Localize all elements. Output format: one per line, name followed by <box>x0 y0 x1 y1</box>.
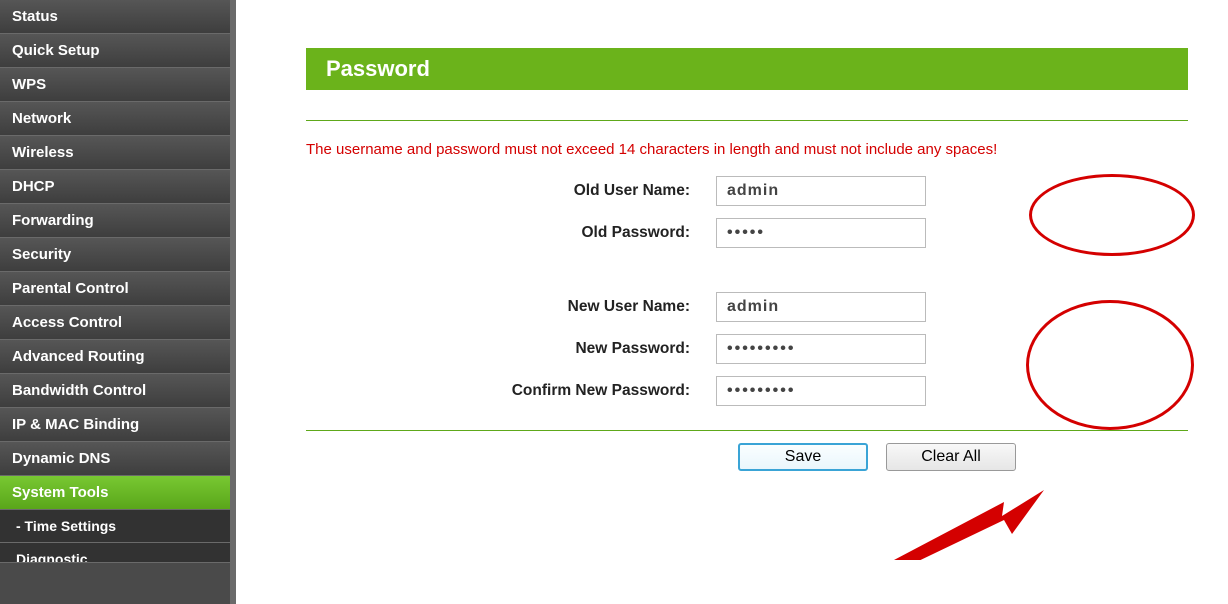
divider-bottom <box>306 430 1188 431</box>
sidebar-item-quick-setup[interactable]: Quick Setup <box>0 34 230 68</box>
sidebar-item-ip-mac-binding[interactable]: IP & MAC Binding <box>0 408 230 442</box>
row-old-pass: Old Password: <box>306 218 1188 248</box>
annotation-arrow-icon <box>894 490 1044 560</box>
old-password-input[interactable] <box>716 218 926 248</box>
sidebar-item-system-tools[interactable]: System Tools <box>0 476 230 510</box>
sidebar-item-label: Security <box>12 246 71 263</box>
sidebar-sub-label: - Time Settings <box>16 518 116 534</box>
sidebar-item-advanced-routing[interactable]: Advanced Routing <box>0 340 230 374</box>
divider-top <box>306 120 1188 121</box>
new-username-input[interactable] <box>716 292 926 322</box>
sidebar-item-wps[interactable]: WPS <box>0 68 230 102</box>
row-new-user: New User Name: <box>306 292 1188 322</box>
row-old-user: Old User Name: <box>306 176 1188 206</box>
sidebar-item-label: WPS <box>12 76 46 93</box>
sidebar: Status Quick Setup WPS Network Wireless … <box>0 0 236 604</box>
app-container: Status Quick Setup WPS Network Wireless … <box>0 0 1228 604</box>
confirm-password-input[interactable] <box>716 376 926 406</box>
sidebar-item-status[interactable]: Status <box>0 0 230 34</box>
warning-text: The username and password must not excee… <box>306 141 1188 158</box>
sidebar-item-dynamic-dns[interactable]: Dynamic DNS <box>0 442 230 476</box>
button-row: Save Clear All <box>738 443 1188 471</box>
label-new-pass: New Password: <box>306 340 716 358</box>
old-username-input[interactable] <box>716 176 926 206</box>
sidebar-item-wireless[interactable]: Wireless <box>0 136 230 170</box>
save-button[interactable]: Save <box>738 443 868 471</box>
sidebar-item-label: Quick Setup <box>12 42 100 59</box>
new-password-input[interactable] <box>716 334 926 364</box>
sidebar-item-network[interactable]: Network <box>0 102 230 136</box>
sidebar-item-forwarding[interactable]: Forwarding <box>0 204 230 238</box>
sidebar-item-label: Wireless <box>12 144 74 161</box>
sidebar-item-label: Forwarding <box>12 212 94 229</box>
sidebar-sub-label: Diagnostic <box>16 551 88 563</box>
label-new-user: New User Name: <box>306 298 716 316</box>
sidebar-item-label: Network <box>12 110 71 127</box>
sidebar-item-label: Bandwidth Control <box>12 382 146 399</box>
sidebar-item-label: DHCP <box>12 178 55 195</box>
sidebar-item-label: Parental Control <box>12 280 129 297</box>
sidebar-item-parental-control[interactable]: Parental Control <box>0 272 230 306</box>
main-content: Password The username and password must … <box>236 0 1228 604</box>
sidebar-item-label: Access Control <box>12 314 122 331</box>
page-title: Password <box>306 48 1188 90</box>
sidebar-item-label: Advanced Routing <box>12 348 145 365</box>
row-new-pass: New Password: <box>306 334 1188 364</box>
clear-all-button[interactable]: Clear All <box>886 443 1016 471</box>
sidebar-item-label: IP & MAC Binding <box>12 416 139 433</box>
sidebar-item-bandwidth-control[interactable]: Bandwidth Control <box>0 374 230 408</box>
sidebar-item-dhcp[interactable]: DHCP <box>0 170 230 204</box>
sidebar-item-label: Status <box>12 8 58 25</box>
sidebar-item-access-control[interactable]: Access Control <box>0 306 230 340</box>
sidebar-sub-diagnostic[interactable]: Diagnostic <box>0 543 230 563</box>
label-old-pass: Old Password: <box>306 224 716 242</box>
label-confirm-pass: Confirm New Password: <box>306 382 716 400</box>
form: Old User Name: Old Password: New User Na… <box>306 176 1188 406</box>
sidebar-item-label: System Tools <box>12 484 108 501</box>
row-confirm-pass: Confirm New Password: <box>306 376 1188 406</box>
sidebar-sub-time-settings[interactable]: - Time Settings <box>0 510 230 543</box>
label-old-user: Old User Name: <box>306 182 716 200</box>
sidebar-item-security[interactable]: Security <box>0 238 230 272</box>
sidebar-item-label: Dynamic DNS <box>12 450 110 467</box>
